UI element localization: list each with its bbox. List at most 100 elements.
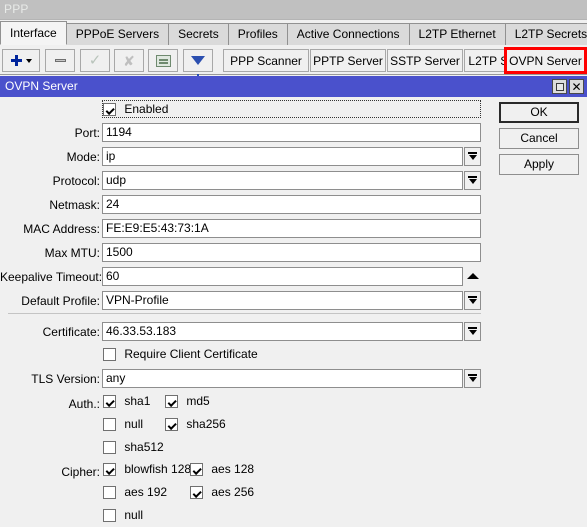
netmask-label: Netmask: [49, 198, 100, 212]
enable-button[interactable]: ✓ [80, 49, 110, 72]
mac-address-label: MAC Address: [23, 222, 100, 236]
row-keepalive-timeout: Keepalive Timeout: 60 [0, 267, 490, 288]
enabled-checkbox-row[interactable]: Enabled [103, 102, 168, 122]
cipher-aes128-checkbox[interactable] [190, 463, 203, 477]
auth-null-label: null [124, 417, 144, 432]
tab-pppoe-servers[interactable]: PPPoE Servers [65, 23, 170, 45]
cross-icon: ✘ [123, 52, 135, 69]
keepalive-timeout-input[interactable]: 60 [102, 267, 463, 286]
cipher-aes192-checkbox[interactable] [103, 486, 116, 500]
tab-secrets[interactable]: Secrets [168, 23, 229, 45]
auth-sha256-checkbox[interactable] [165, 418, 178, 432]
add-icon [10, 55, 22, 66]
default-profile-input[interactable]: VPN-Profile [102, 291, 463, 310]
max-mtu-label: Max MTU: [44, 246, 100, 260]
auth-label: Auth.: [68, 397, 100, 411]
row-mac-address: MAC Address: FE:E9:E5:43:73:1A [0, 219, 490, 240]
mac-address-input[interactable]: FE:E9:E5:43:73:1A [102, 219, 481, 238]
row-port: Port: 1194 [0, 123, 490, 144]
chevron-down-icon [468, 176, 477, 185]
auth-option-md5[interactable]: md5 [165, 394, 210, 414]
parent-titlebar: PPP [0, 0, 587, 20]
remove-button[interactable] [45, 49, 75, 72]
auth-null-checkbox[interactable] [103, 418, 116, 432]
cipher-option-blowfish-128[interactable]: blowfish 128 [103, 462, 191, 482]
row-mode: Mode: ip [0, 147, 490, 168]
cancel-button[interactable]: Cancel [499, 128, 579, 149]
ovpn-server-button[interactable]: OVPN Server [504, 47, 587, 74]
protocol-dropdown-button[interactable] [464, 171, 481, 190]
row-certificate: Certificate: 46.33.53.183 [0, 322, 490, 343]
max-mtu-input[interactable]: 1500 [102, 243, 481, 262]
chevron-down-icon [468, 374, 477, 383]
default-profile-dropdown-button[interactable] [464, 291, 481, 310]
chevron-down-icon [468, 327, 477, 336]
netmask-input[interactable]: 24 [102, 195, 481, 214]
ok-button[interactable]: OK [499, 102, 579, 123]
mode-input[interactable]: ip [102, 147, 463, 166]
cipher-blowfish128-label: blowfish 128 [124, 462, 192, 477]
auth-sha256-label: sha256 [186, 417, 226, 432]
enabled-checkbox[interactable] [103, 103, 116, 117]
tab-active-connections[interactable]: Active Connections [286, 23, 410, 45]
row-default-profile: Default Profile: VPN-Profile [0, 291, 490, 312]
auth-sha512-label: sha512 [124, 440, 164, 455]
certificate-input[interactable]: 46.33.53.183 [102, 322, 463, 341]
add-button[interactable] [2, 49, 40, 72]
row-protocol: Protocol: udp [0, 171, 490, 192]
ovpn-server-dialog: OVPN Server ✕ Enabled Port: 1194 Mode: i… [0, 76, 587, 527]
disable-button[interactable]: ✘ [114, 49, 144, 72]
close-icon: ✕ [571, 79, 582, 94]
spinner-up-icon[interactable] [467, 273, 479, 279]
cipher-aes256-checkbox[interactable] [190, 486, 203, 500]
cipher-aes128-label: aes 128 [211, 462, 255, 477]
cipher-option-aes-128[interactable]: aes 128 [190, 462, 254, 482]
restore-button[interactable] [552, 79, 567, 94]
tab-l2tp-ethernet[interactable]: L2TP Ethernet [408, 23, 506, 45]
certificate-dropdown-button[interactable] [464, 322, 481, 341]
protocol-input[interactable]: udp [102, 171, 463, 190]
tls-version-dropdown-button[interactable] [464, 369, 481, 388]
cipher-option-null[interactable]: null [103, 508, 143, 528]
tab-interface[interactable]: Interface [0, 21, 67, 45]
mode-dropdown-button[interactable] [464, 147, 481, 166]
auth-option-sha1[interactable]: sha1 [103, 394, 150, 414]
ppp-scanner-button[interactable]: PPP Scanner [223, 49, 309, 72]
cipher-blowfish128-checkbox[interactable] [103, 463, 116, 477]
auth-option-sha256[interactable]: sha256 [165, 417, 226, 437]
tab-l2tp-secrets[interactable]: L2TP Secrets [504, 23, 587, 45]
sstp-server-button[interactable]: SSTP Server [387, 49, 463, 72]
dialog-action-buttons: OK Cancel Apply [490, 97, 587, 527]
require-client-certificate-checkbox[interactable] [103, 348, 116, 362]
port-label: Port: [74, 126, 100, 140]
auth-md5-label: md5 [186, 394, 210, 409]
cipher-option-aes-256[interactable]: aes 256 [190, 485, 254, 505]
cipher-aes256-label: aes 256 [211, 485, 255, 500]
auth-option-null[interactable]: null [103, 417, 143, 437]
close-button[interactable]: ✕ [569, 79, 584, 94]
row-tls-version: TLS Version: any [0, 369, 490, 390]
auth-option-sha512[interactable]: sha512 [103, 440, 164, 460]
cipher-option-aes-192[interactable]: aes 192 [103, 485, 167, 505]
keepalive-timeout-label: Keepalive Timeout: [0, 270, 103, 284]
check-icon: ✓ [88, 52, 102, 69]
comment-button[interactable] [148, 49, 178, 72]
port-input[interactable]: 1194 [102, 123, 481, 142]
apply-button[interactable]: Apply [499, 154, 579, 175]
tls-version-input[interactable]: any [102, 369, 463, 388]
restore-icon [555, 82, 564, 91]
tab-profiles[interactable]: Profiles [227, 23, 288, 45]
auth-sha512-checkbox[interactable] [103, 441, 116, 455]
enabled-label: Enabled [124, 102, 169, 117]
row-max-mtu: Max MTU: 1500 [0, 243, 490, 264]
tls-version-label: TLS Version: [31, 372, 100, 386]
dialog-titlebar: OVPN Server ✕ [0, 76, 587, 97]
parent-window-title: PPP [4, 2, 29, 16]
cipher-null-checkbox[interactable] [103, 509, 116, 523]
default-profile-label: Default Profile: [21, 294, 100, 308]
filter-button[interactable] [183, 49, 213, 79]
auth-sha1-checkbox[interactable] [103, 395, 116, 409]
auth-md5-checkbox[interactable] [165, 395, 178, 409]
require-client-certificate-row[interactable]: Require Client Certificate [103, 347, 258, 367]
pptp-server-button[interactable]: PPTP Server [310, 49, 386, 72]
